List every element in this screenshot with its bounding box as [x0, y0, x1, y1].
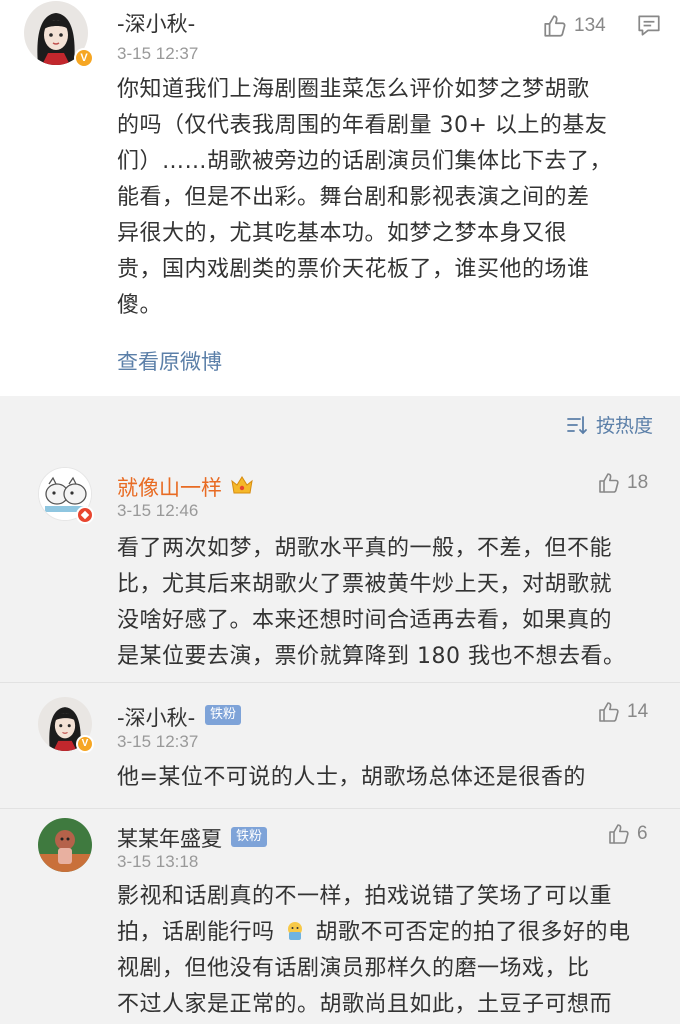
red-badge-icon: [76, 506, 94, 524]
content-line: 贵，国内戏剧类的票价天花板了，谁买他的场谁: [117, 257, 590, 282]
comment-like-button[interactable]: 18: [597, 471, 648, 495]
thumbs-up-icon: [544, 15, 566, 37]
comment-like-button[interactable]: 6: [607, 822, 648, 846]
comment-divider: [0, 682, 680, 683]
content-line: 视剧，但他没有话剧演员那样久的磨一场戏，比: [117, 956, 590, 981]
post-like-button[interactable]: 134: [542, 13, 606, 39]
content-line: 们）……胡歌被旁边的话剧演员们集体比下去了，: [117, 149, 613, 174]
content-line: 异很大的，尤其吃基本功。如梦之梦本身又很: [117, 221, 568, 246]
comment-content: 影视和话剧真的不一样，拍戏说错了笑场了可以重 拍，话剧能行吗 胡歌不可否定的拍了…: [117, 879, 657, 1023]
thumbs-up-icon: [599, 473, 619, 493]
post-time: 3-15 12:37: [117, 44, 199, 63]
content-line: 他=某位不可说的人士，胡歌场总体还是很香的: [117, 765, 586, 790]
comment-icon: [638, 15, 660, 36]
thumbs-up-icon: [599, 702, 619, 722]
commenter-name[interactable]: -深小秋-: [117, 702, 195, 732]
view-original-link[interactable]: 查看原微博: [117, 346, 222, 376]
commenter-name[interactable]: 就像山一样: [117, 472, 222, 502]
post-content: 你知道我们上海剧圈韭菜怎么评价如梦之梦胡歌 的吗（仅代表我周围的年看剧量 30+…: [117, 72, 657, 324]
verified-badge-icon: V: [76, 735, 94, 753]
post-like-count: 134: [574, 15, 606, 36]
fan-level-badge: 铁粉: [205, 705, 242, 725]
comment-like-button[interactable]: 14: [597, 700, 648, 724]
commenter-name[interactable]: 某某年盛夏: [117, 823, 222, 853]
content-line: 看了两次如梦，胡歌水平真的一般，不差，但不能: [117, 536, 613, 561]
emoji-icon: [288, 922, 303, 940]
sort-icon: [567, 415, 587, 434]
content-line: 是某位要去演，票价就算降到 180 我也不想去看。: [117, 644, 626, 669]
content-line: 影视和话剧真的不一样，拍戏说错了笑场了可以重: [117, 884, 613, 909]
content-segment: 胡歌不可否定的拍了很多好的电: [315, 920, 631, 945]
comment-content: 他=某位不可说的人士，胡歌场总体还是很香的: [117, 760, 657, 796]
fan-level-badge: 铁粉: [231, 827, 268, 847]
comment-like-count: 18: [627, 472, 649, 493]
comment-time: 3-15 12:46: [117, 501, 199, 520]
content-line: 比，尤其后来胡歌火了票被黄牛炒上天，对胡歌就: [117, 572, 613, 597]
verified-badge-icon: V: [74, 48, 94, 68]
comment-content: 看了两次如梦，胡歌水平真的一般，不差，但不能 比，尤其后来胡歌火了票被黄牛炒上天…: [117, 531, 657, 675]
sort-by-hot-button[interactable]: 按热度: [566, 411, 653, 438]
main-post: V -深小秋- 3-15 12:37 134 你知道我们上海剧圈韭菜怎么评价如梦…: [0, 0, 680, 396]
comment-button[interactable]: [636, 12, 662, 42]
crown-icon: [231, 476, 253, 494]
commenter-avatar[interactable]: [38, 818, 92, 872]
comment-like-count: 14: [627, 701, 649, 722]
comment-like-count: 6: [637, 823, 648, 844]
content-line: 不过人家是正常的。胡歌尚且如此，土豆子可想而: [117, 992, 613, 1017]
content-line: 能看，但是不出彩。舞台剧和影视表演之间的差: [117, 185, 590, 210]
comment-time: 3-15 12:37: [117, 732, 199, 751]
content-line: 拍，话剧能行吗 胡歌不可否定的拍了很多好的电: [117, 915, 657, 951]
content-line: 傻。: [117, 293, 163, 318]
content-line: 没啥好感了。本来还想时间合适再去看，如果真的: [117, 608, 613, 633]
thumbs-up-icon: [609, 824, 629, 844]
content-line: 你知道我们上海剧圈韭菜怎么评价如梦之梦胡歌: [117, 77, 590, 102]
post-author-name[interactable]: -深小秋-: [117, 8, 195, 38]
comment-time: 3-15 13:18: [117, 852, 199, 871]
content-line: 的吗（仅代表我周围的年看剧量 30+ 以上的基友: [117, 113, 608, 138]
sort-label: 按热度: [596, 415, 654, 437]
comment-divider: [0, 808, 680, 809]
content-segment: 拍，话剧能行吗: [117, 920, 275, 945]
